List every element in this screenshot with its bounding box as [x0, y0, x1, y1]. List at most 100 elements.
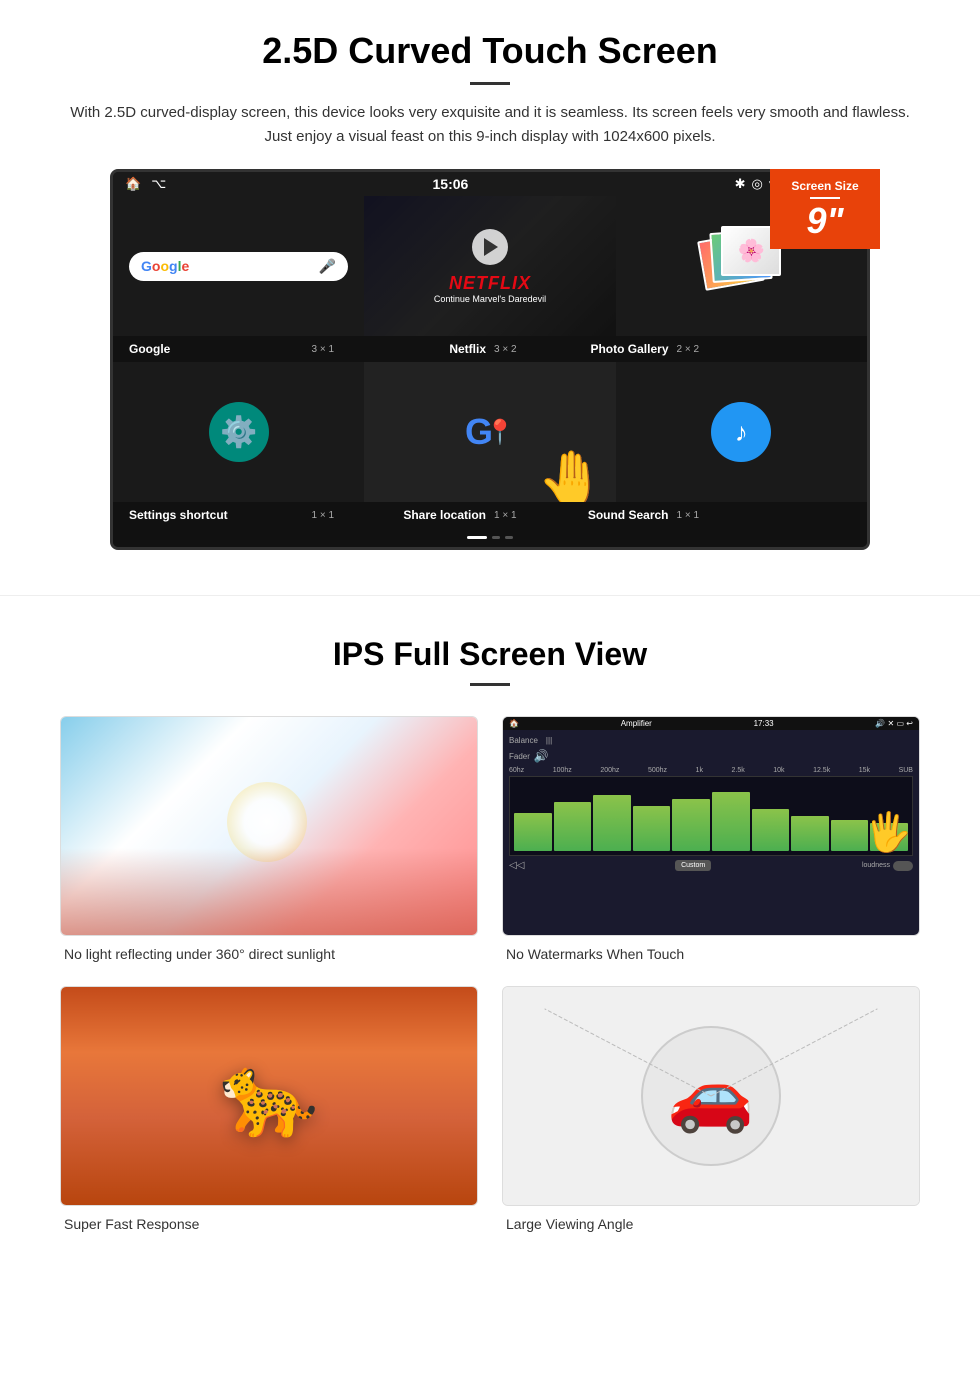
car-caption: Large Viewing Angle [502, 1216, 920, 1232]
curved-screen-section: 2.5D Curved Touch Screen With 2.5D curve… [0, 0, 980, 575]
car-circle: 🚗 [641, 1026, 781, 1166]
cheetah-caption: Super Fast Response [60, 1216, 478, 1232]
amp-content: Balance ||| Fader 🔊 60hz 100hz 200hz 500… [503, 730, 919, 877]
cell-labels-top: Google 3 × 1 Netflix 3 × 2 Photo Gallery… [113, 336, 867, 362]
section1-divider [470, 82, 510, 85]
location-icon: ◎ [752, 176, 763, 192]
play-button[interactable] [472, 229, 508, 265]
feature-grid: No light reflecting under 360° direct su… [60, 716, 920, 1232]
sunlight-image [60, 716, 478, 936]
google-size: 3 × 1 [312, 344, 335, 355]
dot-1 [467, 536, 487, 539]
google-label: Google [129, 342, 170, 356]
share-location-cell[interactable]: G 📍 🤚 [364, 362, 615, 502]
car-top-icon: 🚗 [667, 1055, 754, 1137]
label-share-size: 1 × 1 Sound Search [490, 508, 673, 522]
cheetah-visual: 🐆 [61, 987, 477, 1205]
gallery-size: 2 × 2 [677, 344, 700, 355]
hand-touch-icon: 🖐 [865, 811, 912, 855]
loudness-toggle-pill[interactable] [893, 861, 913, 871]
amp-home-icon: 🏠 [509, 719, 519, 728]
google-logo: Google [141, 258, 189, 274]
dot-3 [505, 536, 513, 539]
amp-nav-icon: ◁◁ [509, 860, 524, 871]
netflix-subtitle: Continue Marvel's Daredevil [434, 294, 546, 304]
eq-bar-8 [791, 816, 829, 851]
badge-size: 9" [806, 200, 843, 241]
amp-title: Amplifier [621, 719, 652, 728]
label-settings: Settings shortcut [125, 508, 308, 522]
share-size: 1 × 1 [494, 510, 517, 521]
gallery-label: Photo Gallery [590, 342, 668, 356]
label-google-size: 3 × 1 Netflix [308, 342, 491, 356]
flower-icon: 🌸 [738, 238, 765, 264]
screen-size-badge: Screen Size 9" [770, 169, 880, 249]
ips-screen-section: IPS Full Screen View No light reflecting… [0, 595, 980, 1252]
status-time: 15:06 [433, 176, 469, 192]
settings-icon: ⚙️ [209, 402, 269, 462]
watermark-caption: No Watermarks When Touch [502, 946, 920, 962]
cheetah-icon: 🐆 [219, 1049, 319, 1143]
google-cell[interactable]: Google 🎤 [113, 196, 364, 336]
section1-title: 2.5D Curved Touch Screen [60, 30, 920, 72]
settings-cell[interactable]: ⚙️ [113, 362, 364, 502]
label-netflix-size: 3 × 2 Photo Gallery [490, 342, 673, 356]
label-google: Google [125, 342, 308, 356]
eq-bar-6 [712, 792, 750, 852]
device-wrapper: Screen Size 9" 🏠 ⌥ 15:06 ✱ ◎ ▾ 📷 🔊 ✕ [110, 169, 870, 550]
section2-divider [470, 683, 510, 686]
hand-gesture-icon: 🤚 [537, 447, 605, 502]
home-icon[interactable]: 🏠 [125, 176, 141, 192]
feature-cheetah: 🐆 Super Fast Response [60, 986, 478, 1232]
eq-label-2.5k: 2.5k [731, 767, 744, 774]
amp-time: 17:33 [754, 719, 774, 728]
label-gallery-size: 2 × 2 [673, 342, 856, 356]
custom-button[interactable]: Custom [675, 860, 711, 871]
loudness-label: loudness [862, 862, 890, 869]
eq-bar-5 [672, 799, 710, 852]
eq-bar-9 [831, 820, 869, 852]
sunlight-caption: No light reflecting under 360° direct su… [60, 946, 478, 962]
feature-sunlight: No light reflecting under 360° direct su… [60, 716, 478, 962]
feature-car: 🚗 Large Viewing Angle [502, 986, 920, 1232]
settings-label: Settings shortcut [129, 508, 228, 522]
mic-icon[interactable]: 🎤 [319, 258, 336, 275]
eq-label-15k: 15k [859, 767, 870, 774]
amp-volume-icon: 🔊 [534, 749, 549, 763]
amp-controls: ◁◁ Custom loudness [509, 860, 913, 871]
share-label: Share location [403, 508, 486, 522]
eq-bar-4 [633, 806, 671, 852]
scroll-dots [113, 528, 867, 547]
label-sound-size: 1 × 1 [673, 508, 856, 522]
sunlight-visual [61, 717, 477, 935]
app-grid-bottom: ⚙️ G 📍 🤚 ♪ [113, 362, 867, 502]
car-visual: 🚗 [503, 987, 919, 1205]
eq-label-500hz: 500hz [648, 767, 667, 774]
eq-label-200hz: 200hz [600, 767, 619, 774]
sound-search-cell[interactable]: ♪ [616, 362, 867, 502]
app-grid-top: Google 🎤 NETFLIX Continue Marvel's Da [113, 196, 867, 336]
status-left: 🏠 ⌥ [125, 176, 166, 192]
amp-balance-label: Balance [509, 736, 538, 745]
eq-label-sub: SUB [899, 767, 913, 774]
car-image: 🚗 [502, 986, 920, 1206]
amp-wrapper: 🏠 Amplifier 17:33 🔊 ✕ ▭ ↩ Balance ||| Fa… [503, 717, 919, 935]
eq-label-1k: 1k [696, 767, 703, 774]
section1-description: With 2.5D curved-display screen, this de… [60, 101, 920, 149]
play-triangle-icon [484, 238, 498, 256]
google-search-bar[interactable]: Google 🎤 [129, 252, 348, 281]
settings-size: 1 × 1 [312, 510, 335, 521]
netflix-size: 3 × 2 [494, 344, 517, 355]
netflix-cell[interactable]: NETFLIX Continue Marvel's Daredevil [364, 196, 615, 336]
loudness-control: loudness [862, 861, 913, 871]
cheetah-image: 🐆 [60, 986, 478, 1206]
amp-icons: 🔊 ✕ ▭ ↩ [875, 719, 913, 728]
eq-bar-3 [593, 795, 631, 851]
device-frame: 🏠 ⌥ 15:06 ✱ ◎ ▾ 📷 🔊 ✕ ▭ [110, 169, 870, 550]
eq-bar-2 [554, 802, 592, 851]
netflix-label: Netflix [449, 342, 486, 356]
maps-marker-icon: 📍 [485, 418, 515, 447]
eq-label-60hz: 60hz [509, 767, 524, 774]
netflix-logo: NETFLIX [434, 273, 546, 294]
eq-bar-1 [514, 813, 552, 852]
